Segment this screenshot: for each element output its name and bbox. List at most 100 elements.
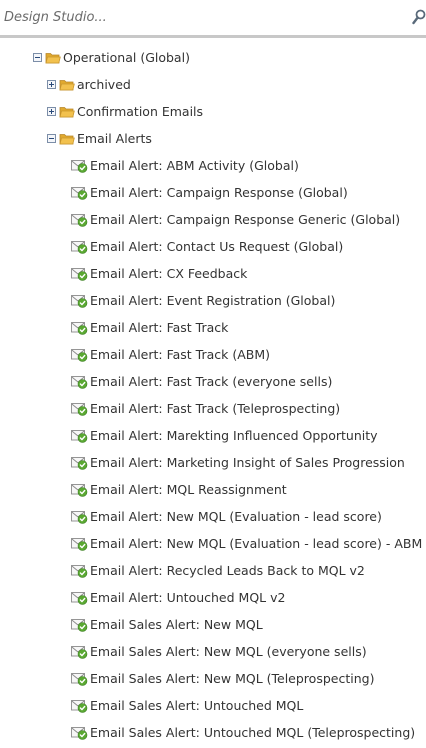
tree-email-item-row[interactable]: Email Sales Alert: New MQL <box>71 611 263 638</box>
tree-item-label: Email Alert: CX Feedback <box>90 266 248 281</box>
tree-item-label: Email Alert: Campaign Response Generic (… <box>90 212 401 227</box>
email-icon <box>71 240 88 254</box>
tree-email-item-row[interactable]: Email Alert: New MQL (Evaluation - lead … <box>71 503 382 530</box>
tree-folder-confirmation-emails[interactable]: Confirmation Emails <box>0 98 426 125</box>
tree-folder-archived[interactable]: archived <box>0 71 426 98</box>
tree-item-label: Email Alert: New MQL (Evaluation - lead … <box>90 536 423 551</box>
tree-email-item-row[interactable]: Email Alert: Marketing Insight of Sales … <box>71 449 405 476</box>
tree-email-item[interactable]: Email Sales Alert: New MQL (Teleprospect… <box>0 665 426 692</box>
tree-email-item-row[interactable]: Email Sales Alert: Untouched MQL (Telepr… <box>71 719 415 746</box>
search-divider <box>0 35 426 38</box>
tree-email-item[interactable]: Email Alert: Fast Track (ABM) <box>0 341 426 368</box>
search-bar <box>0 0 426 34</box>
email-icon <box>71 537 88 551</box>
email-icon <box>71 510 88 524</box>
tree-email-item[interactable]: Email Alert: Campaign Response (Global) <box>0 179 426 206</box>
tree-email-item[interactable]: Email Alert: Campaign Response Generic (… <box>0 206 426 233</box>
email-icon <box>71 672 88 686</box>
tree-email-item-row[interactable]: Email Alert: Fast Track <box>71 314 228 341</box>
tree-folder-confirmation-emails-row[interactable]: Confirmation Emails <box>47 98 203 125</box>
folder-icon <box>59 107 75 118</box>
search-icon[interactable] <box>412 9 426 25</box>
folder-icon <box>59 134 75 145</box>
tree-email-item-row[interactable]: Email Sales Alert: Untouched MQL <box>71 692 303 719</box>
tree-email-item-row[interactable]: Email Sales Alert: New MQL (Teleprospect… <box>71 665 374 692</box>
tree-email-item[interactable]: Email Alert: Marketing Insight of Sales … <box>0 449 426 476</box>
email-icon <box>71 375 88 389</box>
email-icon <box>71 267 88 281</box>
tree-email-item-row[interactable]: Email Alert: Untouched MQL v2 <box>71 584 285 611</box>
tree-email-item-row[interactable]: Email Alert: CX Feedback <box>71 260 247 287</box>
tree-email-item[interactable]: Email Alert: New MQL (Evaluation - lead … <box>0 530 426 557</box>
tree-item-label: Email Alert: ABM Activity (Global) <box>90 158 299 173</box>
tree-email-item-row[interactable]: Email Alert: Marekting Influenced Opport… <box>71 422 378 449</box>
tree-folder-operational-row[interactable]: Operational (Global) <box>33 44 190 71</box>
tree-email-item-row[interactable]: Email Alert: Event Registration (Global) <box>71 287 335 314</box>
tree-item-label: Email Alert: Untouched MQL v2 <box>90 590 286 605</box>
tree-email-item[interactable]: Email Alert: Event Registration (Global) <box>0 287 426 314</box>
email-icon <box>71 618 88 632</box>
tree-item-label: Email Sales Alert: Untouched MQL <box>90 698 304 713</box>
tree-email-item[interactable]: Email Alert: Fast Track <box>0 314 426 341</box>
email-icon <box>71 213 88 227</box>
email-icon <box>71 591 88 605</box>
tree-item-label: Email Alert: New MQL (Evaluation - lead … <box>90 509 382 524</box>
tree-item-label: Email Alert: Campaign Response (Global) <box>90 185 348 200</box>
tree-email-item-row[interactable]: Email Alert: Campaign Response (Global) <box>71 179 348 206</box>
tree-item-label: Operational (Global) <box>63 50 190 65</box>
tree-folder-email-alerts[interactable]: Email Alerts <box>0 125 426 152</box>
email-icon <box>71 456 88 470</box>
tree-email-item[interactable]: Email Sales Alert: Untouched MQL <box>0 692 426 719</box>
email-icon <box>71 483 88 497</box>
tree-email-item-row[interactable]: Email Alert: Fast Track (Teleprospecting… <box>71 395 340 422</box>
tree-email-item[interactable]: Email Alert: ABM Activity (Global) <box>0 152 426 179</box>
tree-email-item[interactable]: Email Sales Alert: Untouched MQL (Telepr… <box>0 719 426 746</box>
tree-email-item[interactable]: Email Alert: New MQL (Evaluation - lead … <box>0 503 426 530</box>
email-icon <box>71 159 88 173</box>
tree-email-item[interactable]: Email Sales Alert: New MQL <box>0 611 426 638</box>
email-icon <box>71 402 88 416</box>
tree-email-item[interactable]: Email Alert: Marekting Influenced Opport… <box>0 422 426 449</box>
email-icon <box>71 564 88 578</box>
tree-email-item-row[interactable]: Email Alert: ABM Activity (Global) <box>71 152 299 179</box>
email-icon <box>71 186 88 200</box>
email-icon <box>71 645 88 659</box>
tree-email-item[interactable]: Email Alert: Untouched MQL v2 <box>0 584 426 611</box>
search-input[interactable] <box>4 5 404 29</box>
tree-folder-email-alerts-row[interactable]: Email Alerts <box>47 125 152 152</box>
tree-email-item-row[interactable]: Email Alert: Campaign Response Generic (… <box>71 206 400 233</box>
tree-item-label: Email Alert: Fast Track (everyone sells) <box>90 374 333 389</box>
collapse-icon[interactable] <box>47 134 56 143</box>
tree-item-label: Email Sales Alert: New MQL (everyone sel… <box>90 644 367 659</box>
tree-folder-archived-row[interactable]: archived <box>47 71 131 98</box>
tree-item-label: Email Sales Alert: Untouched MQL (Telepr… <box>90 725 416 740</box>
tree-item-label: Email Alert: Contact Us Request (Global) <box>90 239 344 254</box>
tree-email-item-row[interactable]: Email Alert: New MQL (Evaluation - lead … <box>71 530 422 557</box>
tree-email-item-row[interactable]: Email Alert: Fast Track (ABM) <box>71 341 270 368</box>
tree-email-item[interactable]: Email Alert: Contact Us Request (Global) <box>0 233 426 260</box>
tree-item-label: Confirmation Emails <box>77 104 204 119</box>
tree-email-item[interactable]: Email Alert: CX Feedback <box>0 260 426 287</box>
expand-icon[interactable] <box>47 80 56 89</box>
email-icon <box>71 429 88 443</box>
tree-email-item[interactable]: Email Alert: Fast Track (everyone sells) <box>0 368 426 395</box>
email-icon <box>71 726 88 740</box>
tree-item-label: archived <box>77 77 131 92</box>
tree-email-item[interactable]: Email Alert: Fast Track (Teleprospecting… <box>0 395 426 422</box>
tree-email-item-row[interactable]: Email Sales Alert: New MQL (everyone sel… <box>71 638 367 665</box>
tree-email-item-row[interactable]: Email Alert: Fast Track (everyone sells) <box>71 368 332 395</box>
tree-item-label: Email Alert: Event Registration (Global) <box>90 293 336 308</box>
tree-email-item[interactable]: Email Sales Alert: New MQL (everyone sel… <box>0 638 426 665</box>
tree-email-item[interactable]: Email Alert: MQL Reassignment <box>0 476 426 503</box>
tree-email-item-row[interactable]: Email Alert: MQL Reassignment <box>71 476 287 503</box>
tree-email-item-row[interactable]: Email Alert: Recycled Leads Back to MQL … <box>71 557 365 584</box>
tree-email-item-row[interactable]: Email Alert: Contact Us Request (Global) <box>71 233 343 260</box>
folder-tree: Operational (Global) archived Confirmation… <box>0 44 426 746</box>
tree-item-label: Email Alert: MQL Reassignment <box>90 482 287 497</box>
tree-email-item[interactable]: Email Alert: Recycled Leads Back to MQL … <box>0 557 426 584</box>
expand-icon[interactable] <box>47 107 56 116</box>
tree-item-label: Email Alert: Marekting Influenced Opport… <box>90 428 378 443</box>
tree-folder-operational[interactable]: Operational (Global) <box>0 44 426 71</box>
tree-item-label: Email Alerts <box>77 131 152 146</box>
collapse-icon[interactable] <box>33 53 42 62</box>
